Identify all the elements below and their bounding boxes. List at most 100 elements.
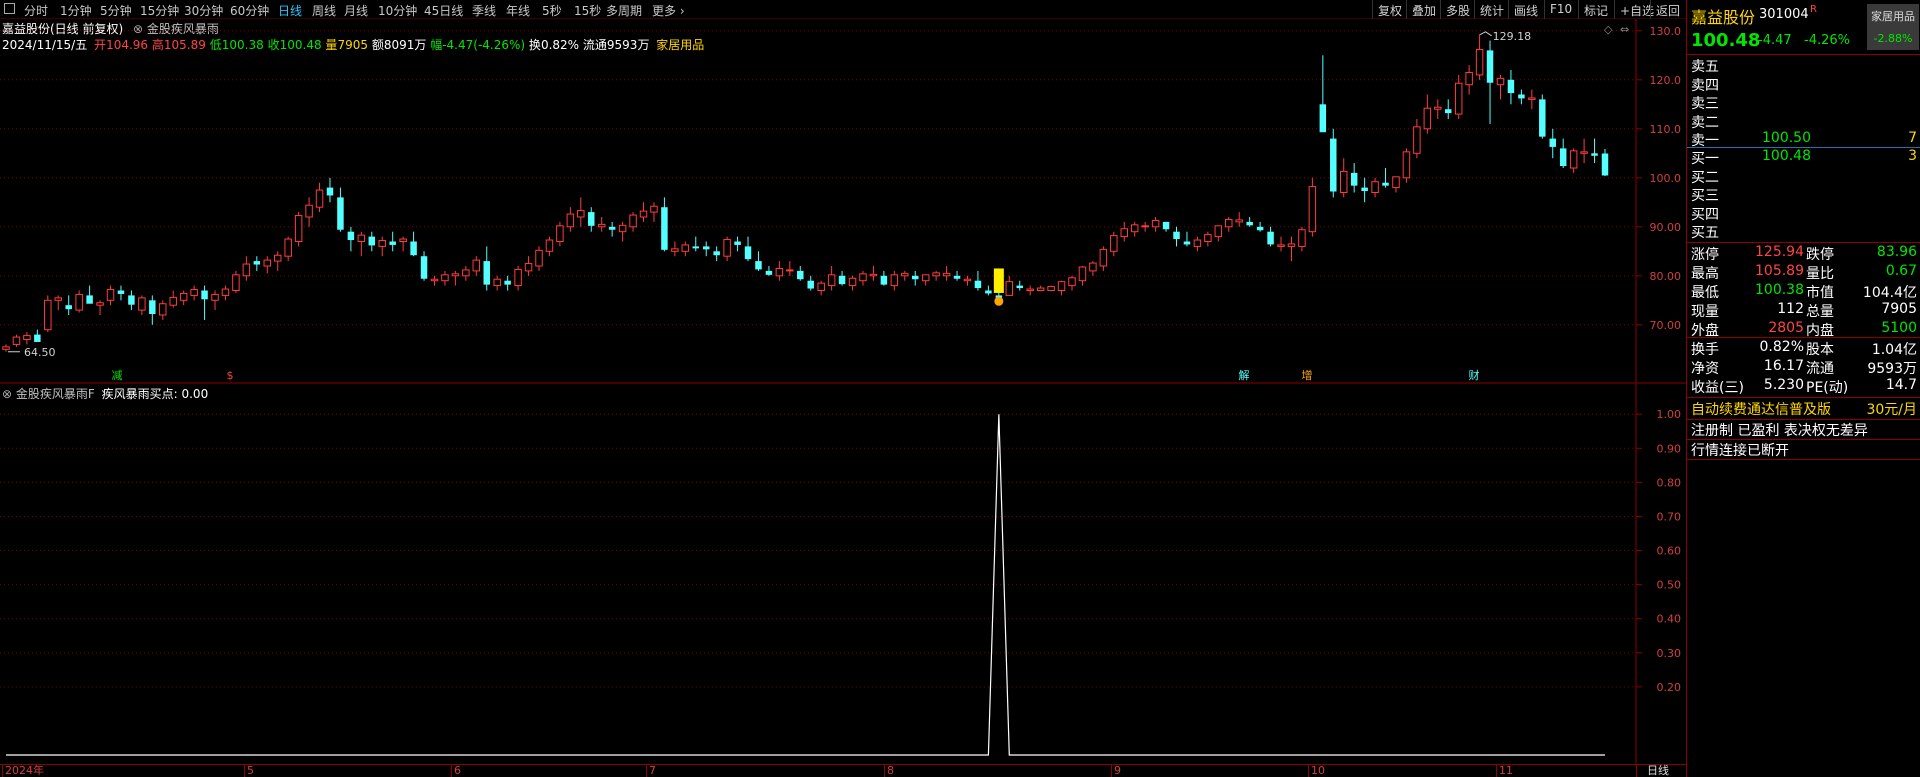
candle[interactable]: [650, 202, 658, 222]
candle[interactable]: [75, 290, 83, 313]
candle[interactable]: [201, 285, 208, 320]
candle[interactable]: [138, 295, 146, 315]
candle[interactable]: [786, 261, 794, 276]
candle[interactable]: [1549, 128, 1556, 159]
candle[interactable]: [504, 275, 511, 291]
candle[interactable]: [692, 236, 700, 252]
period-tab[interactable]: 30分钟: [184, 2, 223, 19]
candle[interactable]: [597, 217, 606, 232]
candle[interactable]: [588, 207, 595, 232]
candle[interactable]: [96, 300, 104, 315]
candle[interactable]: [985, 285, 992, 296]
candle[interactable]: [566, 207, 575, 232]
candle[interactable]: [1298, 226, 1306, 252]
candle[interactable]: [1120, 221, 1128, 242]
candle[interactable]: [755, 251, 762, 271]
candle[interactable]: [441, 270, 449, 286]
candle[interactable]: [942, 266, 951, 281]
candle[interactable]: [389, 231, 396, 252]
signal-candle[interactable]: [993, 268, 1004, 293]
ask-row[interactable]: 卖三: [1687, 93, 1920, 112]
candle[interactable]: [1496, 74, 1505, 100]
candle[interactable]: [545, 236, 554, 257]
candle[interactable]: [128, 290, 135, 311]
candle[interactable]: [273, 251, 282, 271]
menu-icon[interactable]: [4, 3, 15, 14]
candle[interactable]: [1193, 236, 1202, 252]
candle[interactable]: [1078, 266, 1087, 286]
candle[interactable]: [1173, 226, 1180, 247]
candle[interactable]: [556, 221, 564, 247]
candle[interactable]: [797, 266, 804, 281]
candle[interactable]: [159, 300, 167, 320]
candle[interactable]: [639, 202, 648, 222]
toolbar-button[interactable]: 标记: [1578, 0, 1613, 19]
candle[interactable]: [1454, 74, 1463, 119]
candle[interactable]: [1434, 99, 1442, 119]
candle[interactable]: [681, 241, 690, 257]
candle[interactable]: [671, 241, 679, 257]
event-marker[interactable]: 财: [1469, 368, 1480, 382]
candle[interactable]: [859, 270, 867, 286]
indicator-chart[interactable]: 1.00 0.90 0.80 0.70 0.60 0.50 0.40 0.30 0.20: [0, 384, 1686, 764]
candle[interactable]: [1569, 148, 1578, 173]
candle[interactable]: [1559, 138, 1567, 168]
candle[interactable]: [179, 290, 188, 306]
candle[interactable]: [1475, 34, 1484, 80]
candle[interactable]: [1423, 94, 1432, 134]
candle[interactable]: [190, 285, 198, 301]
candle[interactable]: [253, 256, 261, 271]
candle[interactable]: [1528, 89, 1536, 110]
candle[interactable]: [149, 295, 156, 325]
candle[interactable]: [44, 295, 52, 333]
candlestick-chart[interactable]: 130.0 120.0 110.0 100.0 90.00 80.00 70.00 129.1…: [0, 19, 1686, 384]
candle[interactable]: [1089, 261, 1097, 276]
candle[interactable]: [1319, 55, 1327, 133]
candle[interactable]: [221, 285, 230, 301]
bid-row[interactable]: 买三: [1687, 185, 1920, 204]
period-tab[interactable]: 5秒: [542, 2, 562, 19]
toolbar-button[interactable]: 叠加: [1406, 0, 1441, 19]
candle[interactable]: [399, 236, 407, 252]
candle[interactable]: [232, 270, 240, 293]
candle[interactable]: [1580, 138, 1588, 164]
candle[interactable]: [890, 270, 899, 291]
candle[interactable]: [1183, 231, 1191, 247]
candle[interactable]: [315, 182, 324, 213]
period-tab[interactable]: 60分钟: [230, 2, 269, 19]
period-tab[interactable]: 日线: [278, 2, 302, 19]
candle[interactable]: [535, 246, 543, 271]
candle[interactable]: [921, 274, 930, 286]
candle[interactable]: [1068, 275, 1076, 291]
candle[interactable]: [1057, 280, 1066, 296]
period-tag[interactable]: 日线: [1636, 765, 1686, 777]
candle[interactable]: [1162, 221, 1170, 232]
candle[interactable]: [65, 295, 72, 315]
candle[interactable]: [117, 285, 125, 301]
event-marker[interactable]: 解: [1239, 368, 1250, 382]
candle[interactable]: [953, 270, 961, 281]
diamond-icon[interactable]: ◇: [1604, 23, 1613, 36]
candle[interactable]: [1507, 70, 1515, 105]
candle[interactable]: [12, 334, 21, 347]
candle[interactable]: [1016, 280, 1023, 291]
candle[interactable]: [357, 231, 366, 257]
period-tab[interactable]: 5分钟: [100, 2, 132, 19]
candle[interactable]: [242, 256, 251, 281]
candle[interactable]: [1036, 285, 1045, 291]
candle[interactable]: [765, 266, 773, 276]
candle[interactable]: [493, 275, 501, 291]
candle[interactable]: [1246, 217, 1253, 227]
candle[interactable]: [1402, 148, 1411, 183]
period-tab[interactable]: 月线: [344, 2, 368, 19]
candle[interactable]: [347, 226, 355, 252]
period-tab[interactable]: 多周期: [606, 2, 642, 19]
event-marker[interactable]: 增: [1302, 368, 1313, 382]
candle[interactable]: [618, 221, 627, 242]
candle[interactable]: [211, 290, 219, 311]
candle[interactable]: [1277, 236, 1285, 252]
candle[interactable]: [524, 256, 533, 276]
bid-row[interactable]: 买一 100.48 3: [1687, 148, 1920, 167]
candle[interactable]: [807, 275, 814, 291]
candle[interactable]: [378, 236, 386, 257]
